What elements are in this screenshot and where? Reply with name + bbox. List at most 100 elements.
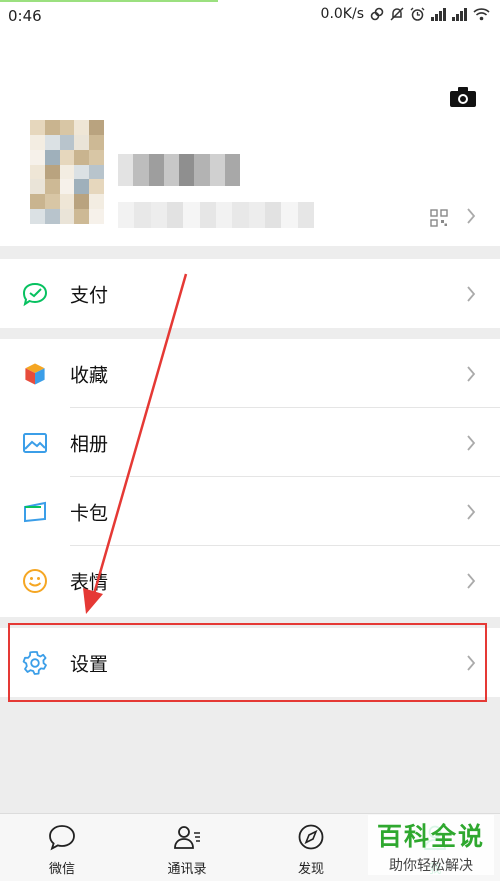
blur-tile <box>59 209 75 224</box>
watermark-subtitle: 助你轻松解决 <box>389 858 473 874</box>
blur-tile <box>59 179 75 195</box>
menu-item-album-label: 相册 <box>70 433 109 455</box>
qr-code-icon[interactable] <box>430 209 448 227</box>
blur-tile <box>216 202 233 228</box>
blur-tile <box>44 120 60 135</box>
blur-tile <box>297 202 314 228</box>
blur-tile <box>74 120 90 135</box>
menu-item-favorites-label: 收藏 <box>70 364 109 386</box>
blur-tile <box>30 149 45 165</box>
link-icon <box>370 7 384 21</box>
blur-tile <box>89 179 104 195</box>
blur-tile <box>89 209 104 224</box>
watermark-logo: 百科全说 助你轻松解决 <box>368 815 494 875</box>
profile-header[interactable] <box>0 36 500 246</box>
blur-tile <box>74 194 90 210</box>
blur-tile <box>167 202 184 228</box>
settings-group: 设置 <box>0 628 500 697</box>
menu-item-album[interactable]: 相册 <box>0 408 500 477</box>
blur-tile <box>30 120 45 135</box>
blur-tile <box>89 134 104 150</box>
camera-icon[interactable] <box>449 86 477 108</box>
signal-icon-2 <box>452 7 467 21</box>
chevron-right-icon <box>466 434 476 452</box>
blur-tile <box>118 202 135 228</box>
blur-tile <box>194 154 210 186</box>
smiley-icon <box>23 568 47 593</box>
pay-group: 支付 <box>0 259 500 328</box>
menu-item-cards-label: 卡包 <box>70 502 109 524</box>
blur-tile <box>89 120 104 135</box>
menu-item-pay-label: 支付 <box>70 284 109 306</box>
status-bar: 0:46 0.0K/s <box>0 0 500 36</box>
blur-tile <box>30 134 45 150</box>
blur-tile <box>44 149 60 165</box>
compass-icon <box>298 824 324 850</box>
blur-tile <box>248 202 265 228</box>
network-speed: 0.0K/s <box>320 6 364 22</box>
wallet-icon <box>22 282 48 306</box>
blur-tile <box>118 154 134 186</box>
status-time: 0:46 <box>8 7 42 25</box>
blur-tile <box>59 120 75 135</box>
tab-chats[interactable]: 微信 <box>12 814 112 881</box>
blur-tile <box>74 134 90 150</box>
blur-tile <box>59 194 75 210</box>
signal-icon <box>431 7 446 21</box>
chevron-right-icon <box>466 572 476 590</box>
alarm-icon <box>410 7 425 21</box>
blur-tile <box>74 164 90 180</box>
menu-item-cards[interactable]: 卡包 <box>0 477 500 546</box>
tab-discover[interactable]: 发现 <box>261 814 361 881</box>
blur-tile <box>232 202 249 228</box>
blur-tile <box>183 202 200 228</box>
card-icon <box>24 501 46 522</box>
blur-tile <box>59 164 75 180</box>
blur-tile <box>179 154 195 186</box>
blur-tile <box>89 164 104 180</box>
mute-bell-icon <box>390 7 404 21</box>
tab-discover-label: 发现 <box>297 862 324 877</box>
blur-tile <box>209 154 225 186</box>
blur-tile <box>265 202 282 228</box>
features-group: 收藏 相册 卡包 表情 <box>0 339 500 617</box>
blur-tile <box>89 149 104 165</box>
blur-tile <box>30 194 45 210</box>
blur-tile <box>224 154 240 186</box>
tab-contacts[interactable]: 通讯录 <box>137 814 237 881</box>
menu-item-stickers-label: 表情 <box>70 571 109 593</box>
menu-item-favorites[interactable]: 收藏 <box>0 339 500 408</box>
menu-item-settings-label: 设置 <box>70 653 109 675</box>
profile-chevron-right-icon <box>466 207 476 225</box>
blur-tile <box>30 209 45 224</box>
blur-tile <box>59 134 75 150</box>
blur-tile <box>30 179 45 195</box>
blur-tile <box>150 202 167 228</box>
blur-tile <box>89 194 104 210</box>
blur-tile <box>74 179 90 195</box>
blur-tile <box>44 164 60 180</box>
blur-tile <box>30 164 45 180</box>
chevron-right-icon <box>466 654 476 672</box>
blur-tile <box>74 209 90 224</box>
chevron-right-icon <box>466 503 476 521</box>
blur-tile <box>163 154 179 186</box>
menu-item-stickers[interactable]: 表情 <box>0 546 500 615</box>
chat-bubble-icon <box>49 825 75 851</box>
contacts-icon <box>174 826 200 849</box>
avatar[interactable] <box>30 120 104 224</box>
blur-tile <box>44 194 60 210</box>
menu-item-settings[interactable]: 设置 <box>0 628 500 697</box>
blur-tile <box>44 179 60 195</box>
menu-item-pay[interactable]: 支付 <box>0 259 500 328</box>
chevron-right-icon <box>466 285 476 303</box>
profile-id-blurred <box>118 202 314 228</box>
status-accent-line <box>0 0 218 2</box>
tab-chats-label: 微信 <box>48 862 75 877</box>
blur-tile <box>199 202 216 228</box>
blur-tile <box>44 209 60 224</box>
chevron-right-icon <box>466 365 476 383</box>
blur-tile <box>59 149 75 165</box>
status-icons: 0.0K/s <box>321 6 490 22</box>
cube-icon <box>24 362 46 385</box>
